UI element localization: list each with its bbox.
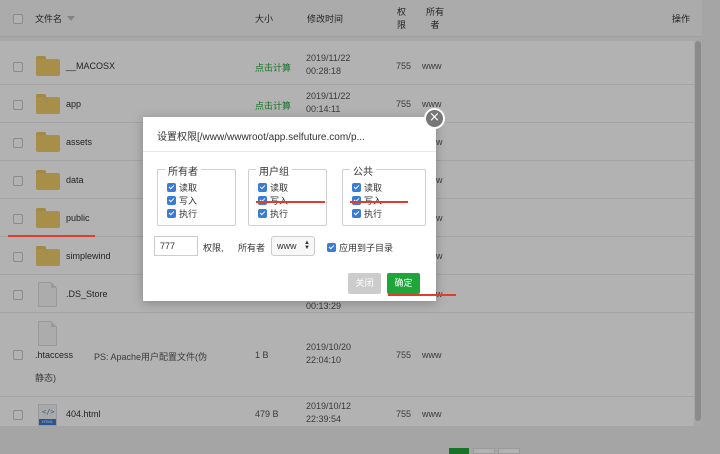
annotation-underline: [256, 201, 325, 203]
perm-group-owner: 所有者 读取 写入 执行: [157, 163, 236, 226]
option-execute[interactable]: 执行: [352, 207, 382, 220]
owner-label: 所有者: [238, 243, 266, 253]
confirm-button[interactable]: 确定: [387, 273, 420, 294]
annotation-underline: [8, 235, 95, 237]
select-arrows-icon: ▲ ▼: [304, 240, 310, 251]
permission-dialog: 设置权限[/www/wwwroot/app.selfuture.com/p...…: [143, 117, 436, 301]
checkbox-checked-icon[interactable]: [167, 183, 176, 192]
group-legend: 公共: [350, 163, 376, 178]
perm-label: 权限,: [203, 243, 224, 253]
perm-group-public: 公共 读取 写入 执行: [342, 163, 426, 226]
checkbox-checked-icon[interactable]: [352, 183, 361, 192]
option-execute[interactable]: 执行: [258, 207, 288, 220]
option-read[interactable]: 读取: [258, 181, 288, 194]
annotation-underline: [350, 201, 408, 203]
group-legend: 用户组: [256, 163, 292, 178]
option-write[interactable]: 写入: [167, 194, 197, 207]
checkbox-checked-icon[interactable]: [352, 209, 361, 218]
checkbox-checked-icon[interactable]: [258, 209, 267, 218]
apply-subdir-option[interactable]: 应用到子目录: [327, 241, 393, 254]
checkbox-checked-icon[interactable]: [327, 243, 336, 252]
close-button[interactable]: 关闭: [348, 273, 381, 294]
close-icon[interactable]: ×: [424, 108, 445, 129]
checkbox-checked-icon[interactable]: [167, 209, 176, 218]
option-read[interactable]: 读取: [167, 181, 197, 194]
perm-group-usergroup: 用户组 读取 写入 执行: [248, 163, 327, 226]
perm-number-input[interactable]: 777: [154, 236, 198, 256]
group-legend: 所有者: [165, 163, 201, 178]
annotation-underline: [388, 294, 456, 296]
dialog-divider: [143, 151, 436, 152]
dialog-title: 设置权限[/www/wwwroot/app.selfuture.com/p...: [157, 132, 365, 143]
option-execute[interactable]: 执行: [167, 207, 197, 220]
option-read[interactable]: 读取: [352, 181, 382, 194]
owner-select[interactable]: www ▲ ▼: [271, 236, 315, 256]
checkbox-checked-icon[interactable]: [258, 183, 267, 192]
checkbox-checked-icon[interactable]: [167, 196, 176, 205]
